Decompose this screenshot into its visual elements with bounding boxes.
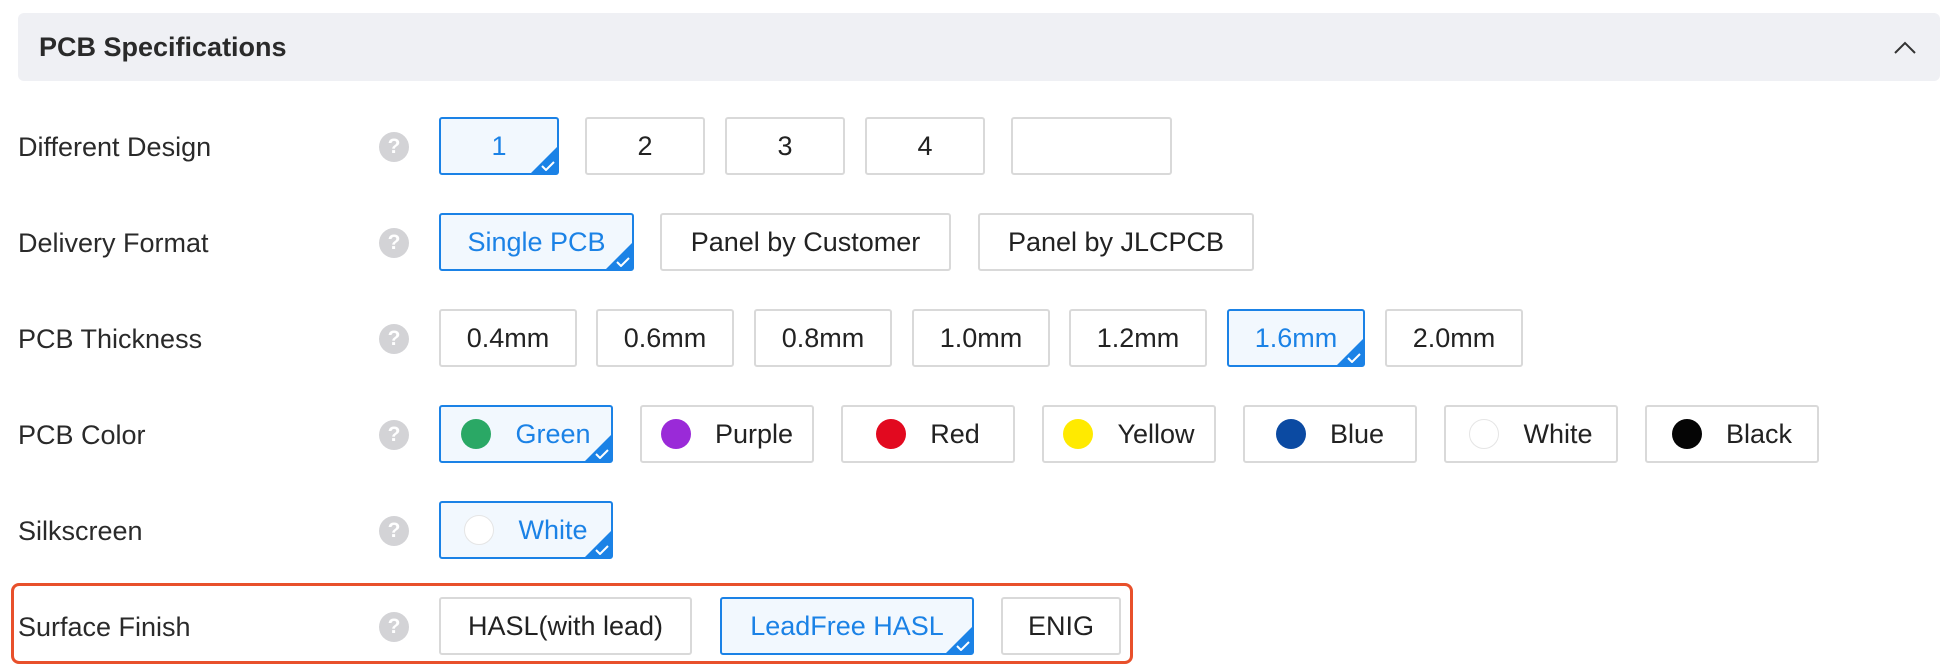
silkscreen-option-white[interactable]: White [439,501,613,559]
option-label: HASL(with lead) [467,610,664,641]
pcb-thickness-label: PCB Thickness [18,324,203,354]
silkscreen-label: Silkscreen [18,516,143,546]
black-swatch-icon [1671,419,1702,449]
surface-finish-label: Surface Finish [18,612,191,642]
design-option-2[interactable]: 2 [585,117,705,175]
yellow-swatch-icon [1063,419,1094,449]
checkmark-icon [595,545,609,555]
purple-swatch-icon [660,419,691,449]
color-option-white[interactable]: White [1444,405,1618,463]
checkmark-icon [616,257,630,267]
design-option-4[interactable]: 4 [865,117,985,175]
thickness-option-0-4mm[interactable]: 0.4mm [439,309,577,367]
option-label: 2.0mm [1412,322,1496,353]
option-label: 1.0mm [939,322,1023,353]
option-label: 1.2mm [1096,322,1180,353]
option-label: 2 [637,130,653,161]
option-label: ENIG [1027,610,1094,641]
row-delivery-format: Delivery Format ? Single PCB Panel by Cu… [0,213,1958,273]
option-label: Panel by JLCPCB [1007,226,1225,257]
surface-option-hasl-with-lead[interactable]: HASL(with lead) [439,597,692,655]
thickness-option-1-2mm[interactable]: 1.2mm [1069,309,1207,367]
option-label: Blue [1329,418,1385,449]
chevron-up-icon[interactable] [1892,35,1918,61]
row-surface-finish: Surface Finish ? HASL(with lead) LeadFre… [0,597,1958,657]
green-swatch-icon [461,419,492,449]
delivery-option-single-pcb[interactable]: Single PCB [439,213,634,271]
help-icon[interactable]: ? [379,420,409,450]
checkmark-icon [541,161,555,171]
color-option-red[interactable]: Red [841,405,1015,463]
surface-option-leadfree-hasl[interactable]: LeadFree HASL [720,597,974,655]
option-label: Single PCB [467,226,606,257]
checkmark-icon [1347,353,1361,363]
option-label: White [1523,418,1593,449]
delivery-format-label: Delivery Format [18,228,209,258]
thickness-option-2-0mm[interactable]: 2.0mm [1385,309,1523,367]
help-icon[interactable]: ? [379,228,409,258]
checkmark-icon [595,449,609,459]
surface-option-enig[interactable]: ENIG [1001,597,1121,655]
option-label: White [518,514,588,545]
row-different-design: Different Design ? 1 2 3 4 [0,117,1958,177]
pcb-specifications-header[interactable]: PCB Specifications [18,13,1940,81]
option-label: 0.6mm [623,322,707,353]
color-option-purple[interactable]: Purple [640,405,814,463]
help-icon[interactable]: ? [379,612,409,642]
design-option-3[interactable]: 3 [725,117,845,175]
delivery-option-panel-by-jlcpcb[interactable]: Panel by JLCPCB [978,213,1254,271]
option-label: Purple [714,418,794,449]
option-label: Black [1725,418,1793,449]
option-label: 1.6mm [1254,322,1338,353]
option-label: Red [930,418,980,449]
checkmark-icon [956,641,970,651]
color-option-black[interactable]: Black [1645,405,1819,463]
design-option-1[interactable]: 1 [439,117,559,175]
option-label: 3 [777,130,793,161]
option-label: 1 [491,130,507,161]
design-custom-input[interactable] [1011,117,1172,175]
different-design-label: Different Design [18,132,212,162]
thickness-option-0-6mm[interactable]: 0.6mm [596,309,734,367]
row-pcb-color: PCB Color ? Green Purple Red Yellow Blue… [0,405,1958,465]
option-label: 4 [917,130,933,161]
option-label: Yellow [1117,418,1195,449]
help-icon[interactable]: ? [379,132,409,162]
blue-swatch-icon [1275,419,1306,449]
help-icon[interactable]: ? [379,516,409,546]
thickness-option-1-0mm[interactable]: 1.0mm [912,309,1050,367]
row-silkscreen: Silkscreen ? White [0,501,1958,561]
pcb-color-label: PCB Color [18,420,146,450]
red-swatch-icon [876,419,907,449]
white-swatch-icon [1469,419,1500,449]
option-label: Panel by Customer [690,226,921,257]
thickness-option-1-6mm[interactable]: 1.6mm [1227,309,1365,367]
color-option-blue[interactable]: Blue [1243,405,1417,463]
color-option-green[interactable]: Green [439,405,613,463]
white-swatch-icon [464,515,495,545]
row-pcb-thickness: PCB Thickness ? 0.4mm 0.6mm 0.8mm 1.0mm … [0,309,1958,369]
option-label: 0.8mm [781,322,865,353]
option-label: 0.4mm [466,322,550,353]
delivery-option-panel-by-customer[interactable]: Panel by Customer [660,213,951,271]
option-label: LeadFree HASL [750,610,944,641]
thickness-option-0-8mm[interactable]: 0.8mm [754,309,892,367]
help-icon[interactable]: ? [379,324,409,354]
color-option-yellow[interactable]: Yellow [1042,405,1216,463]
option-label: Green [515,418,591,449]
section-title: PCB Specifications [39,32,287,62]
